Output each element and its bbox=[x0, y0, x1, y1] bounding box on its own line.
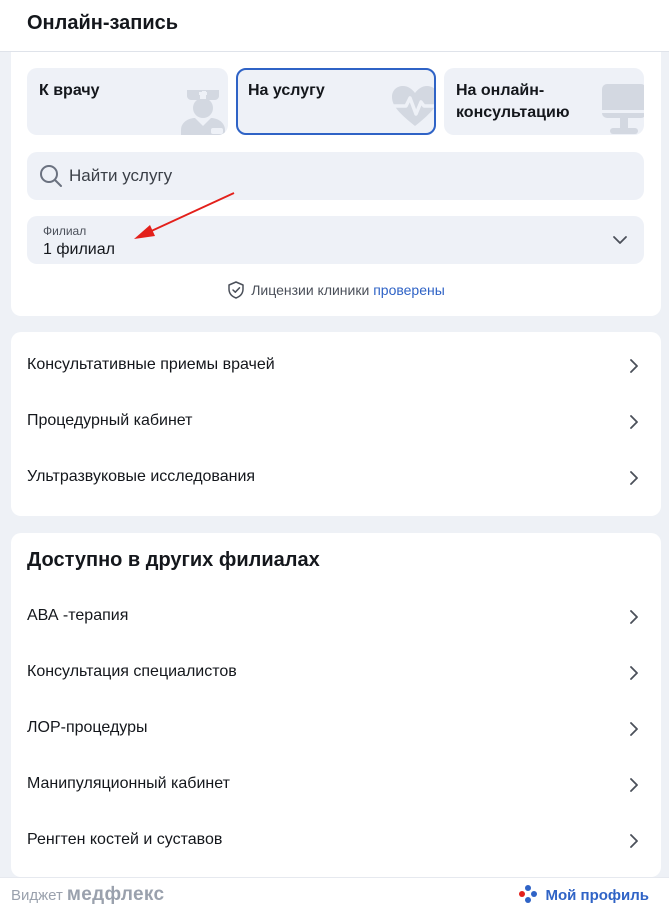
list-item-label: Ультразвуковые исследования bbox=[27, 468, 256, 485]
list-item-label: Ренгтен костей и суставов bbox=[27, 831, 223, 848]
list-item-service[interactable]: Консультативные приемы врачей bbox=[11, 338, 661, 394]
list-item-service[interactable]: Ультразвуковые исследования bbox=[11, 450, 661, 506]
list-item-other-service[interactable]: Консультация специалистов bbox=[11, 645, 661, 701]
search-input[interactable] bbox=[69, 152, 629, 200]
monitor-icon bbox=[602, 84, 644, 134]
chevron-right-icon bbox=[630, 415, 638, 429]
license-text: Лицензии клиники bbox=[251, 282, 370, 298]
my-profile-link[interactable]: Мой профиль bbox=[519, 885, 649, 904]
chevron-right-icon bbox=[630, 666, 638, 680]
heart-pulse-icon bbox=[392, 86, 434, 126]
branch-caption: Филиал bbox=[43, 224, 87, 238]
chevron-right-icon bbox=[630, 722, 638, 736]
list-item-other-service[interactable]: Ренгтен костей и суставов bbox=[11, 813, 661, 869]
search-icon bbox=[40, 165, 62, 187]
branch-value: 1 филиал bbox=[43, 241, 115, 258]
tab-doctor[interactable]: К врачу bbox=[27, 68, 228, 135]
list-item-label: Консультация специалистов bbox=[27, 663, 237, 680]
list-item-label: Процедурный кабинет bbox=[27, 412, 193, 429]
list-item-other-service[interactable]: Манипуляционный кабинет bbox=[11, 757, 661, 813]
chevron-down-icon bbox=[613, 236, 627, 244]
profile-dots-icon bbox=[519, 885, 538, 903]
license-notice: Лицензии клиники проверены bbox=[11, 280, 661, 300]
branch-select[interactable]: Филиал 1 филиал bbox=[27, 216, 644, 264]
services-card: Консультативные приемы врачей Процедурны… bbox=[11, 332, 661, 516]
list-item-label: ЛОР-процедуры bbox=[27, 719, 148, 736]
tab-online-consultation[interactable]: На онлайн- консультацию bbox=[444, 68, 644, 135]
tab-service-label: На услугу bbox=[248, 82, 325, 99]
license-verified-link[interactable]: проверены bbox=[373, 282, 445, 298]
footer-widget-label: Виджет медфлекс bbox=[11, 884, 165, 905]
list-item-label: Консультативные приемы врачей bbox=[27, 356, 275, 373]
chevron-right-icon bbox=[630, 471, 638, 485]
tab-online-label: На онлайн- консультацию bbox=[456, 82, 570, 121]
shield-check-icon bbox=[228, 281, 244, 299]
chevron-right-icon bbox=[630, 610, 638, 624]
header-bar: Онлайн-запись bbox=[0, 0, 669, 52]
chevron-right-icon bbox=[630, 778, 638, 792]
tab-service[interactable]: На услугу bbox=[236, 68, 436, 135]
chevron-right-icon bbox=[630, 359, 638, 373]
list-item-service[interactable]: Процедурный кабинет bbox=[11, 394, 661, 450]
list-item-other-service[interactable]: АВА -терапия bbox=[11, 589, 661, 645]
doctor-icon bbox=[181, 90, 225, 135]
section-title: Доступно в других филиалах bbox=[27, 549, 320, 571]
service-search[interactable] bbox=[27, 152, 644, 200]
list-item-label: Манипуляционный кабинет bbox=[27, 775, 230, 792]
tab-doctor-label: К врачу bbox=[39, 82, 100, 99]
widget-footer: Виджет медфлекс Мой профиль bbox=[0, 877, 669, 909]
list-item-label: АВА -терапия bbox=[27, 607, 129, 624]
list-item-other-service[interactable]: ЛОР-процедуры bbox=[11, 701, 661, 757]
chevron-right-icon bbox=[630, 834, 638, 848]
booking-options-card: К врачу На услугу На онлайн- консультаци… bbox=[11, 52, 661, 316]
page-title: Онлайн-запись bbox=[27, 12, 179, 34]
brand-logo: медфлекс bbox=[66, 884, 165, 905]
other-branches-card: Доступно в других филиалах АВА -терапия … bbox=[11, 533, 661, 877]
